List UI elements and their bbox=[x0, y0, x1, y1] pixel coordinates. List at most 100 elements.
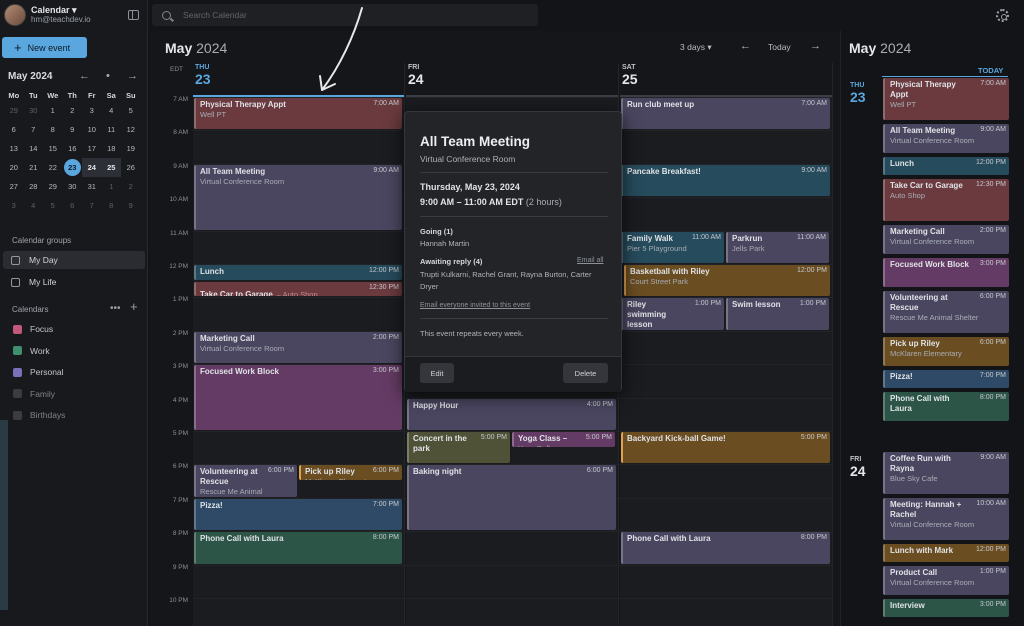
mini-day[interactable]: 1 bbox=[102, 177, 122, 196]
event-block[interactable]: Take Car to Garage – Auto Shop 12:30 PM bbox=[194, 281, 402, 297]
mini-day[interactable]: 5 bbox=[43, 196, 63, 215]
mini-next-arrow-icon[interactable]: → bbox=[127, 70, 138, 82]
mini-day[interactable]: 5 bbox=[121, 101, 141, 120]
event-block[interactable]: Happy Hour 4:00 PM bbox=[407, 398, 616, 430]
mini-day[interactable]: 29 bbox=[4, 101, 24, 120]
mini-day[interactable]: 20 bbox=[4, 158, 24, 177]
mini-day[interactable]: 29 bbox=[43, 177, 63, 196]
agenda-event[interactable]: Product Call Virtual Conference Room 1:00 … bbox=[883, 566, 1009, 595]
mini-day[interactable]: 16 bbox=[63, 139, 83, 158]
calendar-item-work[interactable]: Work bbox=[13, 346, 50, 356]
mini-day[interactable]: 21 bbox=[24, 158, 44, 177]
mini-day[interactable]: 17 bbox=[82, 139, 102, 158]
calendar-item-personal[interactable]: Personal bbox=[13, 367, 64, 377]
agenda-event[interactable]: Pick up Riley McKlaren Elementary 6:00 PM bbox=[883, 337, 1009, 366]
mini-day[interactable]: 8 bbox=[102, 196, 122, 215]
event-block[interactable]: Pick up RileyMcKlaren Elementary6:00 PM bbox=[299, 465, 402, 481]
event-block[interactable]: Pancake Breakfast! 9:00 AM bbox=[621, 164, 830, 197]
event-block[interactable]: Volunteering at Rescue Rescue Me Animal 6:… bbox=[194, 465, 297, 497]
calendar-item-birthdays[interactable]: Birthdays bbox=[13, 410, 65, 420]
mini-day[interactable]: 18 bbox=[102, 139, 122, 158]
mini-day[interactable]: 7 bbox=[24, 120, 44, 139]
prev-arrow-icon[interactable]: ← bbox=[740, 40, 751, 52]
calendar-checkbox[interactable] bbox=[13, 410, 22, 420]
calendar-item-family[interactable]: Family bbox=[13, 389, 55, 399]
today-button[interactable]: Today bbox=[768, 42, 791, 52]
mini-day[interactable]: 25 bbox=[101, 158, 121, 177]
mini-day[interactable]: 30 bbox=[63, 177, 83, 196]
mini-prev-arrow-icon[interactable]: ← bbox=[79, 70, 90, 82]
email-invited-link[interactable]: Email everyone invited to this event bbox=[420, 302, 530, 309]
mini-day[interactable]: 2 bbox=[121, 177, 141, 196]
event-block[interactable]: Concert in the park 5:00 PM bbox=[407, 432, 510, 464]
mini-day[interactable]: 4 bbox=[24, 196, 44, 215]
agenda-event[interactable]: Pizza! 7:00 PM bbox=[883, 370, 1009, 388]
agenda-event[interactable]: Phone Call with Laura 8:00 PM bbox=[883, 392, 1009, 421]
mini-day[interactable]: 31 bbox=[82, 177, 102, 196]
agenda-event[interactable]: Take Car to Garage Auto Shop 12:30 PM bbox=[883, 179, 1009, 221]
calendar-checkbox[interactable] bbox=[13, 389, 22, 398]
mini-day[interactable]: 15 bbox=[43, 139, 63, 158]
event-block[interactable]: Baking night 6:00 PM bbox=[407, 465, 616, 531]
mini-day[interactable]: 23 bbox=[63, 159, 81, 176]
agenda-event[interactable]: Lunch 12:00 PM bbox=[883, 157, 1009, 175]
delete-button[interactable]: Delete bbox=[563, 363, 608, 383]
event-block[interactable]: Marketing Call Virtual Conference Room 2:0… bbox=[194, 331, 402, 364]
day-header[interactable]: SAT 25 bbox=[622, 64, 638, 87]
view-selector[interactable]: 3 days ▾ bbox=[680, 42, 712, 53]
agenda-event[interactable]: Coffee Run with Rayna Blue Sky Cafe 9:00 A… bbox=[883, 452, 1009, 494]
add-calendar-icon[interactable]: + bbox=[130, 299, 138, 314]
event-block[interactable]: Yoga Class –Yoga Dallas5:00 PM bbox=[512, 432, 615, 447]
mini-day[interactable]: 11 bbox=[102, 120, 122, 139]
mini-day[interactable]: 10 bbox=[82, 120, 102, 139]
mini-day[interactable]: 6 bbox=[63, 196, 83, 215]
mini-day[interactable]: 3 bbox=[82, 101, 102, 120]
event-block[interactable]: Swim lesson 1:00 PM bbox=[726, 298, 829, 330]
agenda-event[interactable]: Lunch with Mark 12:00 PM bbox=[883, 544, 1009, 562]
event-block[interactable]: Focused Work Block 3:00 PM bbox=[194, 365, 402, 430]
event-block[interactable]: Family Walk Pier 5 Playground 11:00 AM bbox=[621, 231, 724, 263]
mini-today-dot-icon[interactable]: • bbox=[106, 70, 110, 82]
event-block[interactable]: Phone Call with Laura 8:00 PM bbox=[194, 532, 402, 564]
mini-day[interactable]: 6 bbox=[4, 120, 24, 139]
next-arrow-icon[interactable]: → bbox=[810, 40, 821, 52]
event-block[interactable]: Backyard Kick-ball Game! 5:00 PM bbox=[621, 432, 830, 464]
sidebar-toggle-icon[interactable] bbox=[128, 10, 139, 20]
day-header[interactable]: FRI 24 bbox=[408, 64, 424, 87]
edit-button[interactable]: Edit bbox=[420, 363, 454, 383]
event-block[interactable]: Physical Therapy Appt Well PT 7:00 AM bbox=[194, 98, 402, 130]
mini-day[interactable]: 12 bbox=[121, 120, 141, 139]
sidebar-item-my-day[interactable]: My Day bbox=[3, 251, 145, 269]
mini-day[interactable]: 9 bbox=[121, 196, 141, 215]
event-block[interactable]: Lunch 12:00 PM bbox=[194, 265, 402, 280]
mini-day[interactable]: 24 bbox=[82, 158, 102, 177]
mini-day[interactable]: 30 bbox=[24, 101, 44, 120]
gear-icon[interactable] bbox=[996, 9, 1009, 22]
calendar-checkbox[interactable] bbox=[13, 346, 22, 355]
mini-day[interactable]: 28 bbox=[24, 177, 44, 196]
mini-day[interactable]: 8 bbox=[43, 120, 63, 139]
event-block[interactable]: Parkrun Jells Park 11:00 AM bbox=[726, 231, 829, 263]
new-event-button[interactable]: + New event bbox=[2, 37, 87, 58]
agenda-event[interactable]: Physical Therapy Appt Well PT 7:00 AM bbox=[883, 78, 1009, 120]
agenda-event[interactable]: Focused Work Block 3:00 PM bbox=[883, 258, 1009, 287]
mini-day[interactable]: 19 bbox=[121, 139, 141, 158]
event-block[interactable]: Basketball with Riley Court Street Park 12… bbox=[624, 265, 830, 297]
sidebar-item-my-life[interactable]: My Life bbox=[3, 273, 145, 291]
mini-day[interactable]: 2 bbox=[63, 101, 83, 120]
agenda-event[interactable]: All Team Meeting Virtual Conference Room 9… bbox=[883, 124, 1009, 153]
mini-day[interactable]: 14 bbox=[24, 139, 44, 158]
calendar-checkbox[interactable] bbox=[13, 367, 22, 377]
email-all-link[interactable]: Email all bbox=[577, 257, 603, 264]
avatar[interactable] bbox=[4, 4, 26, 26]
mini-day[interactable]: 1 bbox=[43, 101, 63, 120]
mini-day[interactable]: 22 bbox=[43, 158, 63, 177]
calendar-item-focus[interactable]: Focus bbox=[13, 324, 53, 334]
event-block[interactable]: All Team Meeting Virtual Conference Room 9… bbox=[194, 164, 402, 230]
agenda-event[interactable]: Marketing Call Virtual Conference Room 2:0… bbox=[883, 225, 1009, 254]
agenda-event[interactable]: Volunteering at Rescue Rescue Me Animal S… bbox=[883, 291, 1009, 333]
mini-day[interactable]: 9 bbox=[63, 120, 83, 139]
event-block[interactable]: Riley swimming lesson 1:00 PM bbox=[621, 298, 724, 330]
mini-day[interactable]: 27 bbox=[4, 177, 24, 196]
more-icon[interactable]: ••• bbox=[110, 303, 121, 314]
